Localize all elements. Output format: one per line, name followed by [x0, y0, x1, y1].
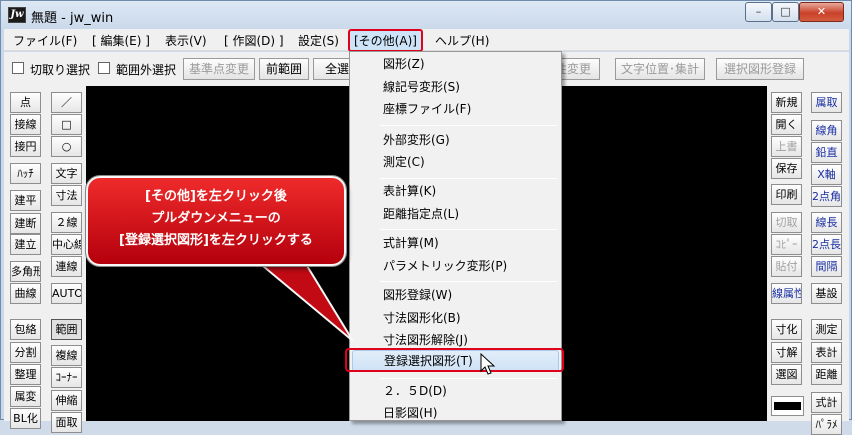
callout-line-2: プルダウンメニューの — [151, 211, 281, 226]
callout-line-1: [その他]を左クリック後 — [145, 189, 287, 204]
app-window: Jw 無題 - jw_win – □ ✕ ファイル(F) [ 編集(E) ] 表… — [0, 0, 852, 435]
mouse-cursor-icon — [480, 353, 496, 375]
callout-line-3: [登録選択図形]を左クリックする — [119, 233, 313, 248]
callout-tail-shape — [248, 255, 354, 342]
instruction-callout: [その他]を左クリック後 プルダウンメニューの [登録選択図形]を左クリックする — [86, 176, 346, 266]
